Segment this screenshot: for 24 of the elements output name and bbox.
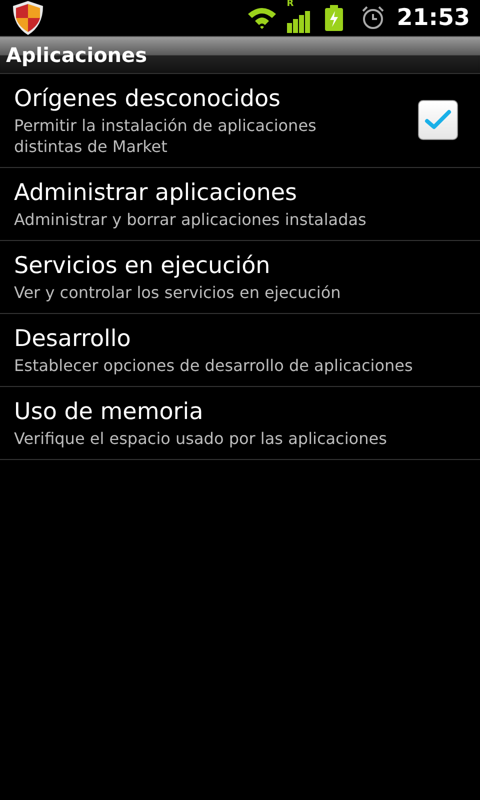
alarm-clock-icon <box>360 6 385 30</box>
wifi-icon <box>246 6 277 30</box>
settings-item[interactable]: Orígenes desconocidos Permitir la instalación de aplicaciones distintas de Market <box>0 74 480 168</box>
screen-title: Aplicaciones <box>6 42 148 69</box>
item-summary: Permitir la instalación de aplicaciones distintas de Market <box>14 115 318 157</box>
item-title: Administrar aplicaciones <box>14 179 298 208</box>
shield-icon <box>10 0 46 36</box>
item-title: Orígenes desconocidos <box>14 85 282 114</box>
item-title: Desarrollo <box>14 325 132 354</box>
item-summary: Ver y controlar los servicios en ejecución <box>14 282 342 303</box>
checkbox[interactable] <box>418 100 458 140</box>
settings-item[interactable]: Administrar aplicaciones Administrar y borrar aplicaciones instaladas <box>0 168 480 241</box>
item-summary: Administrar y borrar aplicaciones instaladas <box>14 209 368 230</box>
settings-item[interactable]: Servicios en ejecución Ver y controlar los servicios en ejecución <box>0 241 480 314</box>
item-summary: Establecer opciones de desarrollo de aplicaciones <box>14 355 414 376</box>
settings-item[interactable]: Uso de memoria Verifique el espacio usado por las aplicaciones <box>0 387 480 460</box>
signal-icon <box>286 11 311 33</box>
item-summary: Verifique el espacio usado por las aplicaciones <box>14 428 388 449</box>
settings-item[interactable]: Desarrollo Establecer opciones de desarrollo de aplicaciones <box>0 314 480 387</box>
battery-charging-icon <box>324 5 343 31</box>
item-title: Servicios en ejecución <box>14 252 272 281</box>
clock-time: 21:53 <box>396 4 470 33</box>
item-title: Uso de memoria <box>14 398 204 427</box>
check-icon <box>424 109 452 131</box>
